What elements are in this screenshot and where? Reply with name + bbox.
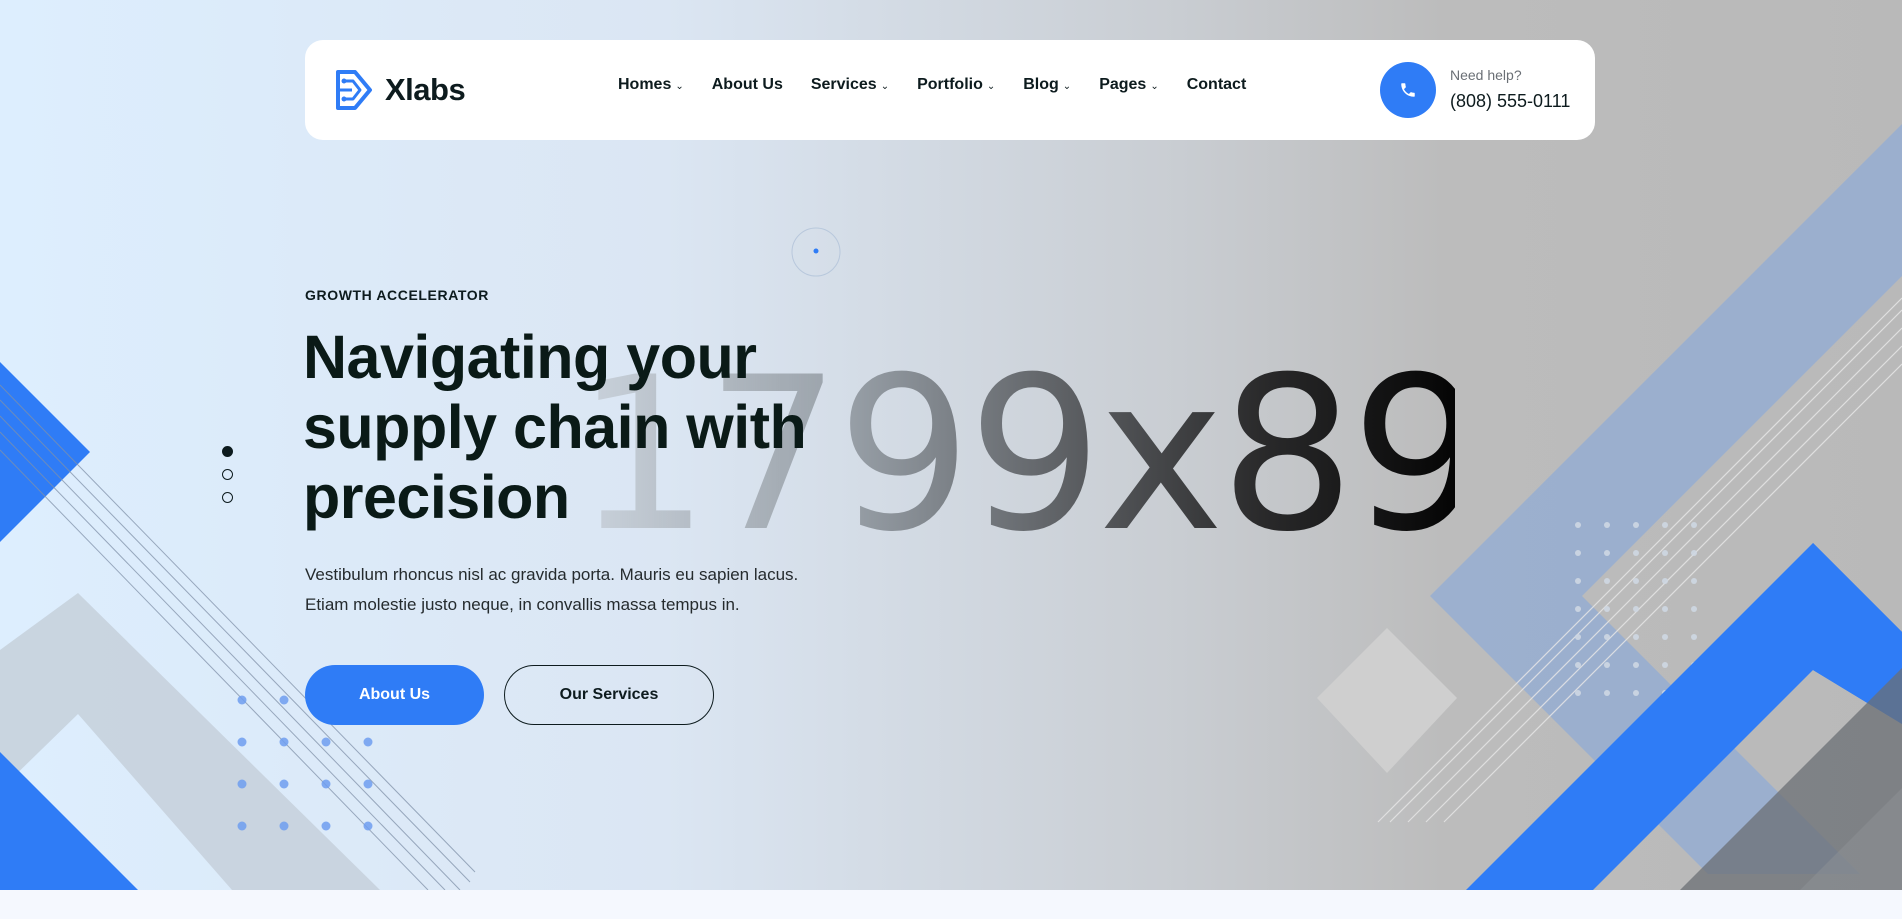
call-button[interactable] [1380, 62, 1436, 118]
chevron-down-icon: ⌄ [880, 80, 890, 92]
nav-item-blog[interactable]: Blog ⌄ [1023, 76, 1071, 94]
slider-dot-1[interactable] [222, 446, 233, 457]
logo-icon [336, 70, 372, 110]
nav-item-label: Blog [1023, 76, 1059, 93]
brand-name: Xlabs [385, 72, 466, 107]
slider-pagination [222, 446, 233, 515]
nav-item-label: Pages [1099, 76, 1147, 93]
nav-item-homes[interactable]: Homes ⌄ [618, 76, 684, 94]
our-services-button[interactable]: Our Services [504, 665, 714, 725]
nav-item-portfolio[interactable]: Portfolio ⌄ [917, 76, 995, 94]
logo[interactable]: Xlabs [333, 68, 466, 112]
nav-item-about-us[interactable]: About Us [712, 76, 783, 94]
main-nav: Homes ⌄ About Us Services ⌄ Portfolio ⌄ … [618, 76, 1246, 94]
chevron-down-icon: ⌄ [986, 80, 996, 92]
nav-item-pages[interactable]: Pages ⌄ [1099, 76, 1159, 94]
hero-headline: Navigating your supply chain with precis… [303, 323, 807, 531]
section-divider [0, 890, 1902, 919]
slider-dot-3[interactable] [222, 492, 233, 503]
chevron-down-icon: ⌄ [1150, 80, 1159, 92]
slider-dot-2[interactable] [222, 469, 233, 480]
nav-item-label: Contact [1186, 76, 1247, 93]
help-label: Need help? [1450, 67, 1522, 83]
hero-eyebrow: GROWTH ACCELERATOR [305, 287, 489, 303]
nav-item-label: Homes [618, 76, 672, 93]
nav-item-label: Services [810, 76, 877, 93]
hero-description-line-2: Etiam molestie justo neque, in convallis… [305, 595, 740, 614]
nav-item-label: Portfolio [917, 76, 983, 93]
hero-description: Vestibulum rhoncus nisl ac gravida porta… [305, 560, 865, 620]
nav-item-label: About Us [711, 76, 783, 93]
phone-icon [1401, 83, 1415, 97]
nav-item-contact[interactable]: Contact [1187, 76, 1247, 94]
chevron-down-icon: ⌄ [1062, 80, 1072, 92]
about-us-button[interactable]: About Us [305, 665, 484, 725]
chevron-down-icon: ⌄ [675, 80, 684, 92]
site-header: Xlabs Homes ⌄ About Us Services ⌄ Portfo… [305, 40, 1595, 140]
nav-item-services[interactable]: Services ⌄ [811, 76, 889, 94]
hero-description-line-1: Vestibulum rhoncus nisl ac gravida porta… [305, 565, 799, 584]
help-phone-number[interactable]: (808) 555-0111 [1450, 91, 1570, 112]
